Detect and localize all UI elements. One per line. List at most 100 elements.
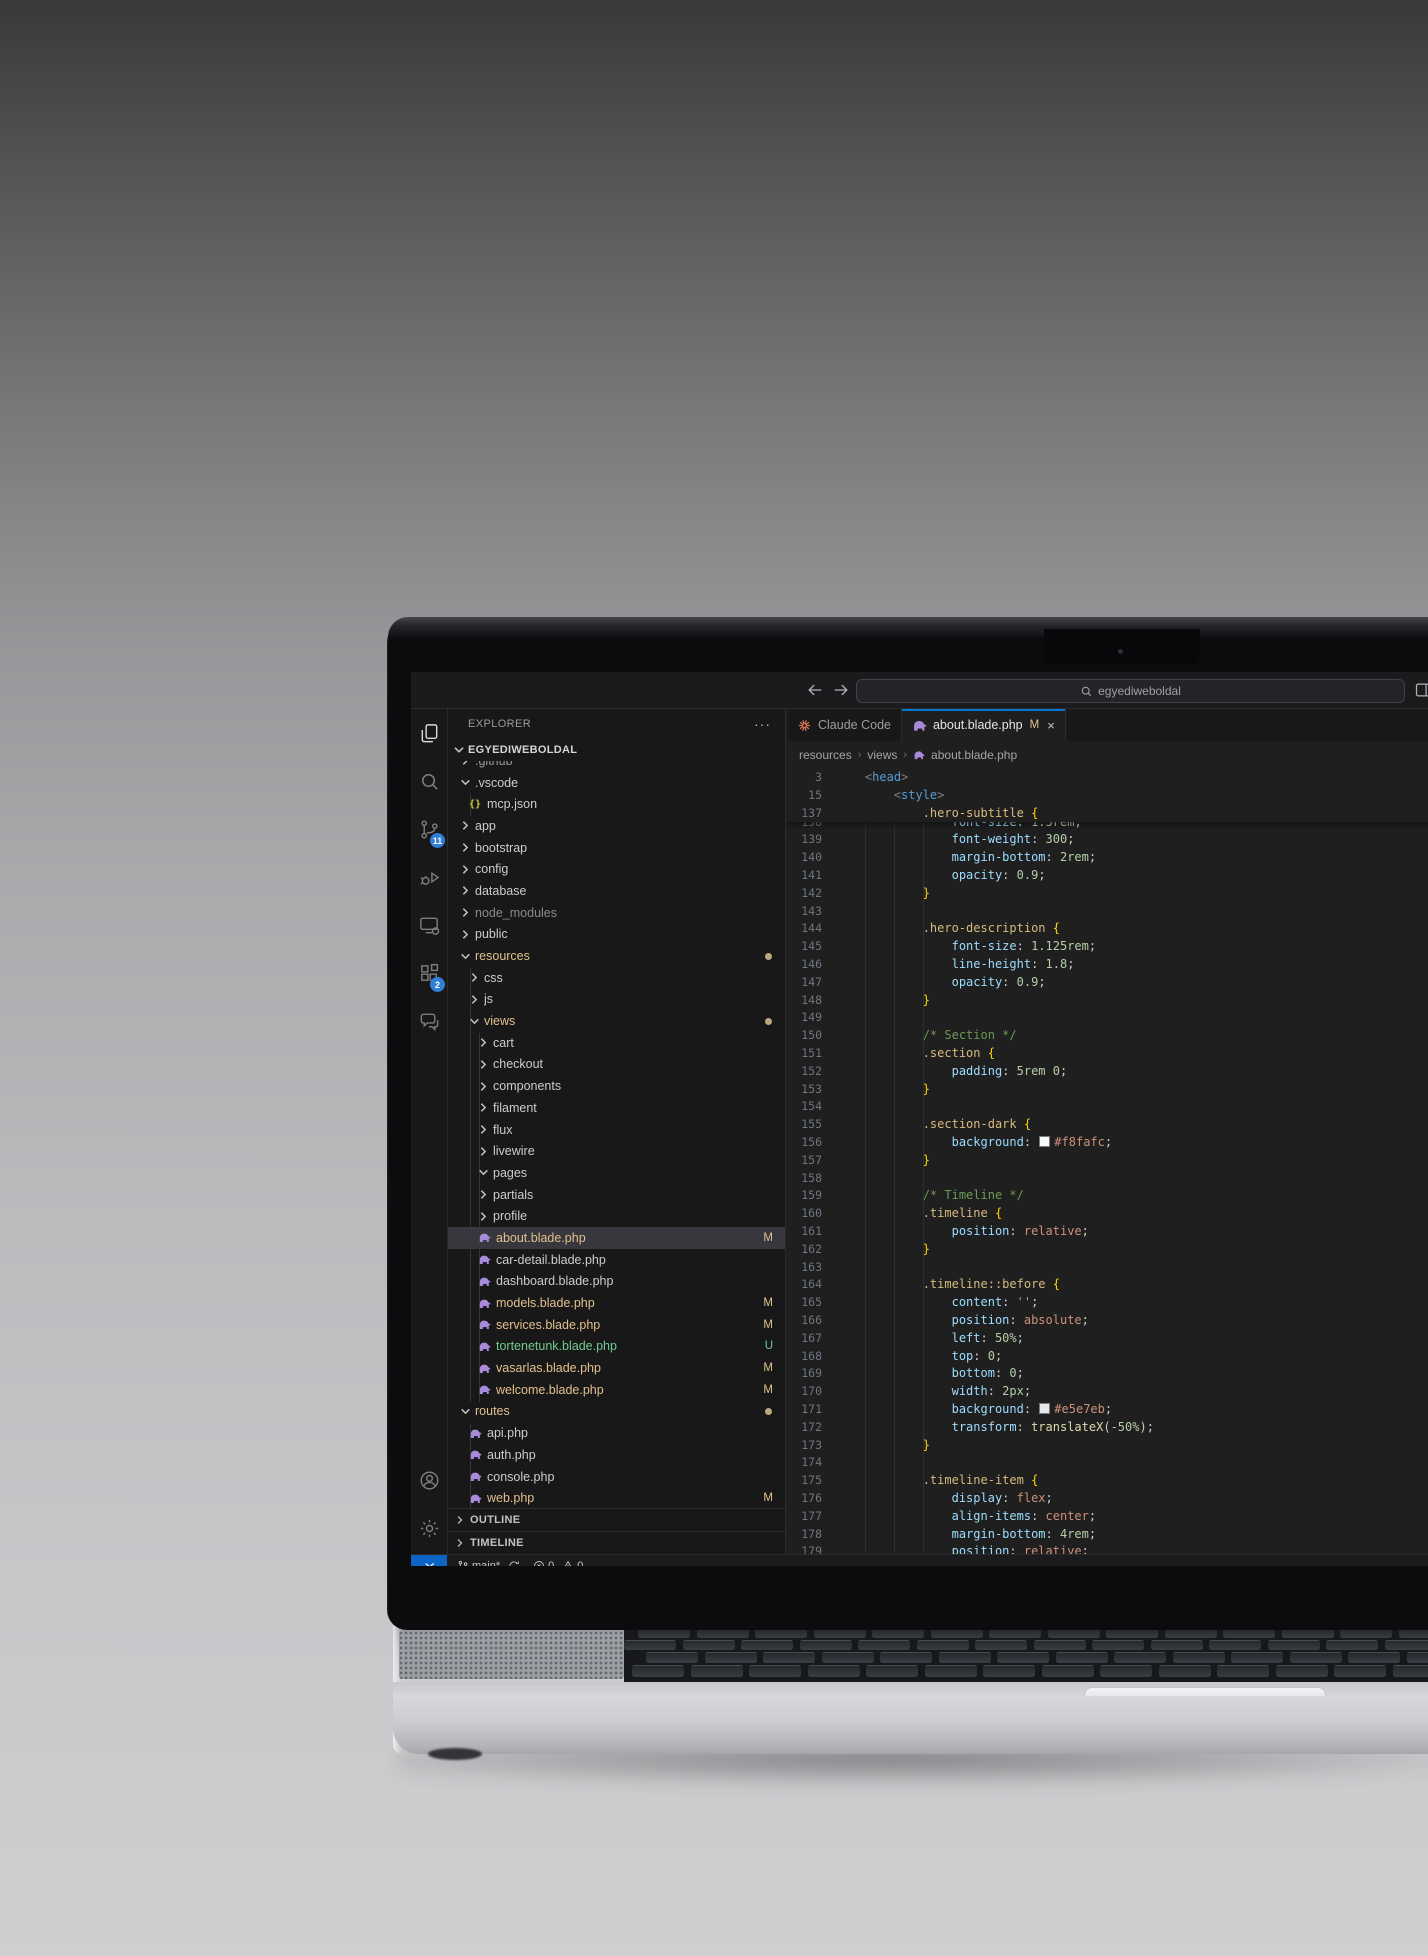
code-line-166: 166 position: absolute; — [786, 1312, 1428, 1330]
tree-folder-views[interactable]: views — [448, 1010, 785, 1032]
outline-panel-header[interactable]: OUTLINE — [448, 1508, 785, 1531]
tree-file-tortenetunk-blade-php[interactable]: tortenetunk.blade.phpU — [448, 1336, 785, 1358]
tree-folder-livewire[interactable]: livewire — [448, 1140, 785, 1162]
close-icon[interactable]: × — [1047, 719, 1055, 732]
tree-folder-css[interactable]: css — [448, 967, 785, 989]
tree-folder-app[interactable]: app — [448, 815, 785, 837]
tree-file-services-blade-php[interactable]: services.blade.phpM — [448, 1314, 785, 1336]
keyboard-key — [1217, 1665, 1269, 1677]
activity-remote-explorer[interactable] — [411, 901, 447, 949]
code-line-146: 146 line-height: 1.8; — [786, 956, 1428, 974]
tree-folder--vscode[interactable]: .vscode — [448, 772, 785, 794]
chevron-right-icon: › — [858, 749, 862, 761]
explorer-more-icon[interactable]: ··· — [754, 716, 771, 732]
code-line-143: 143 — [786, 903, 1428, 921]
activity-accounts[interactable] — [411, 1456, 447, 1504]
activity-source-control[interactable]: 11 — [411, 805, 447, 853]
tree-folder-checkout[interactable]: checkout — [448, 1054, 785, 1076]
tree-folder-flux[interactable]: flux — [448, 1119, 785, 1141]
tree-item-label: app — [475, 819, 496, 833]
tree-file-dashboard-blade-php[interactable]: dashboard.blade.php — [448, 1271, 785, 1293]
code-line-151: 151 .section { — [786, 1045, 1428, 1063]
remote-indicator[interactable] — [411, 1555, 447, 1566]
tree-folder-pages[interactable]: pages — [448, 1162, 785, 1184]
tree-file-web-php[interactable]: web.phpM — [448, 1487, 785, 1508]
activity-search[interactable] — [411, 757, 447, 805]
layout-icon[interactable] — [1414, 680, 1428, 700]
tree-folder-resources[interactable]: resources — [448, 945, 785, 967]
chevron-right-icon — [459, 819, 472, 832]
code-line-177: 177 align-items: center; — [786, 1508, 1428, 1526]
activity-settings[interactable] — [411, 1504, 447, 1552]
code-editor[interactable]: 138 font-size: 1.5rem;139 font-weight: 3… — [786, 769, 1428, 1554]
breadcrumb-item[interactable]: views — [867, 748, 897, 762]
tree-folder-routes[interactable]: routes — [448, 1401, 785, 1423]
tree-folder-node-modules[interactable]: node_modules — [448, 902, 785, 924]
keyboard-key — [975, 1640, 1027, 1650]
tree-folder-filament[interactable]: filament — [448, 1097, 785, 1119]
tree-folder-partials[interactable]: partials — [448, 1184, 785, 1206]
tree-file-mcp-json[interactable]: {}mcp.json — [448, 793, 785, 815]
timeline-panel-header[interactable]: TIMELINE — [448, 1531, 785, 1554]
breadcrumb-item[interactable]: resources — [799, 748, 852, 762]
chevron-right-icon — [477, 1101, 490, 1114]
code-line-156: 156 background: #f8fafc; — [786, 1134, 1428, 1152]
line-number: 150 — [786, 1027, 822, 1045]
git-branch-status[interactable]: main* — [457, 1560, 523, 1566]
problems-status[interactable]: 0 0 — [533, 1560, 583, 1566]
modified-dot-badge — [765, 1018, 772, 1025]
tree-file-vasarlas-blade-php[interactable]: vasarlas.blade.phpM — [448, 1357, 785, 1379]
tree-folder-cart[interactable]: cart — [448, 1032, 785, 1054]
blade-elephant-icon — [477, 1253, 491, 1267]
breadcrumb-file[interactable]: about.blade.php — [931, 748, 1017, 762]
chevron-right-icon — [459, 928, 472, 941]
code-line-145: 145 font-size: 1.125rem; — [786, 938, 1428, 956]
activity-extensions[interactable]: 2 — [411, 949, 447, 997]
command-center-search[interactable]: egyediweboldal — [856, 679, 1405, 703]
chevron-right-icon — [477, 1210, 490, 1223]
tree-folder--github[interactable]: .github — [448, 761, 785, 772]
tree-file-auth-php[interactable]: auth.php — [448, 1444, 785, 1466]
tree-folder-config[interactable]: config — [448, 858, 785, 880]
keyboard-key — [1407, 1652, 1428, 1663]
tree-file-console-php[interactable]: console.php — [448, 1466, 785, 1488]
code-line-148: 148 } — [786, 992, 1428, 1010]
tree-folder-components[interactable]: components — [448, 1075, 785, 1097]
tree-file-models-blade-php[interactable]: models.blade.phpM — [448, 1292, 785, 1314]
tree-file-api-php[interactable]: api.php — [448, 1422, 785, 1444]
explorer-header: EXPLORER ··· — [448, 709, 785, 739]
tab-about-blade-php[interactable]: about.blade.phpM× — [902, 709, 1066, 741]
keyboard-key — [1326, 1640, 1378, 1650]
line-number: 162 — [786, 1241, 822, 1259]
code-line-155: 155 .section-dark { — [786, 1116, 1428, 1134]
tree-item-label: checkout — [493, 1057, 543, 1071]
breadcrumb[interactable]: resources›views›about.blade.php — [786, 741, 1428, 769]
code-line-163: 163 — [786, 1259, 1428, 1277]
forward-arrow-icon[interactable] — [831, 680, 851, 700]
activity-bar: 11 2 — [411, 709, 448, 1554]
tree-file-car-detail-blade-php[interactable]: car-detail.blade.php — [448, 1249, 785, 1271]
tree-folder-js[interactable]: js — [448, 989, 785, 1011]
code-line-15: 15 <style> — [786, 787, 1428, 805]
code-line-161: 161 position: relative; — [786, 1223, 1428, 1241]
tree-folder-profile[interactable]: profile — [448, 1205, 785, 1227]
tree-folder-bootstrap[interactable]: bootstrap — [448, 837, 785, 859]
tree-file-about-blade-php[interactable]: about.blade.phpM — [448, 1227, 785, 1249]
line-number: 139 — [786, 831, 822, 849]
tree-item-label: node_modules — [475, 906, 557, 920]
back-arrow-icon[interactable] — [805, 680, 825, 700]
chevron-right-icon — [459, 841, 472, 854]
project-section-header[interactable]: EGYEDIWEBOLDAL — [448, 739, 785, 761]
tab-claude-code[interactable]: Claude Code — [786, 709, 902, 741]
tree-file-welcome-blade-php[interactable]: welcome.blade.phpM — [448, 1379, 785, 1401]
keyboard-key — [1165, 1629, 1217, 1638]
tree-folder-database[interactable]: database — [448, 880, 785, 902]
activity-chat[interactable] — [411, 997, 447, 1045]
chevron-right-icon — [477, 1123, 490, 1136]
line-number: 166 — [786, 1312, 822, 1330]
keyboard-key — [814, 1629, 866, 1638]
tree-folder-public[interactable]: public — [448, 924, 785, 946]
line-number: 158 — [786, 1170, 822, 1188]
activity-run-debug[interactable] — [411, 853, 447, 901]
activity-explorer[interactable] — [411, 709, 447, 757]
